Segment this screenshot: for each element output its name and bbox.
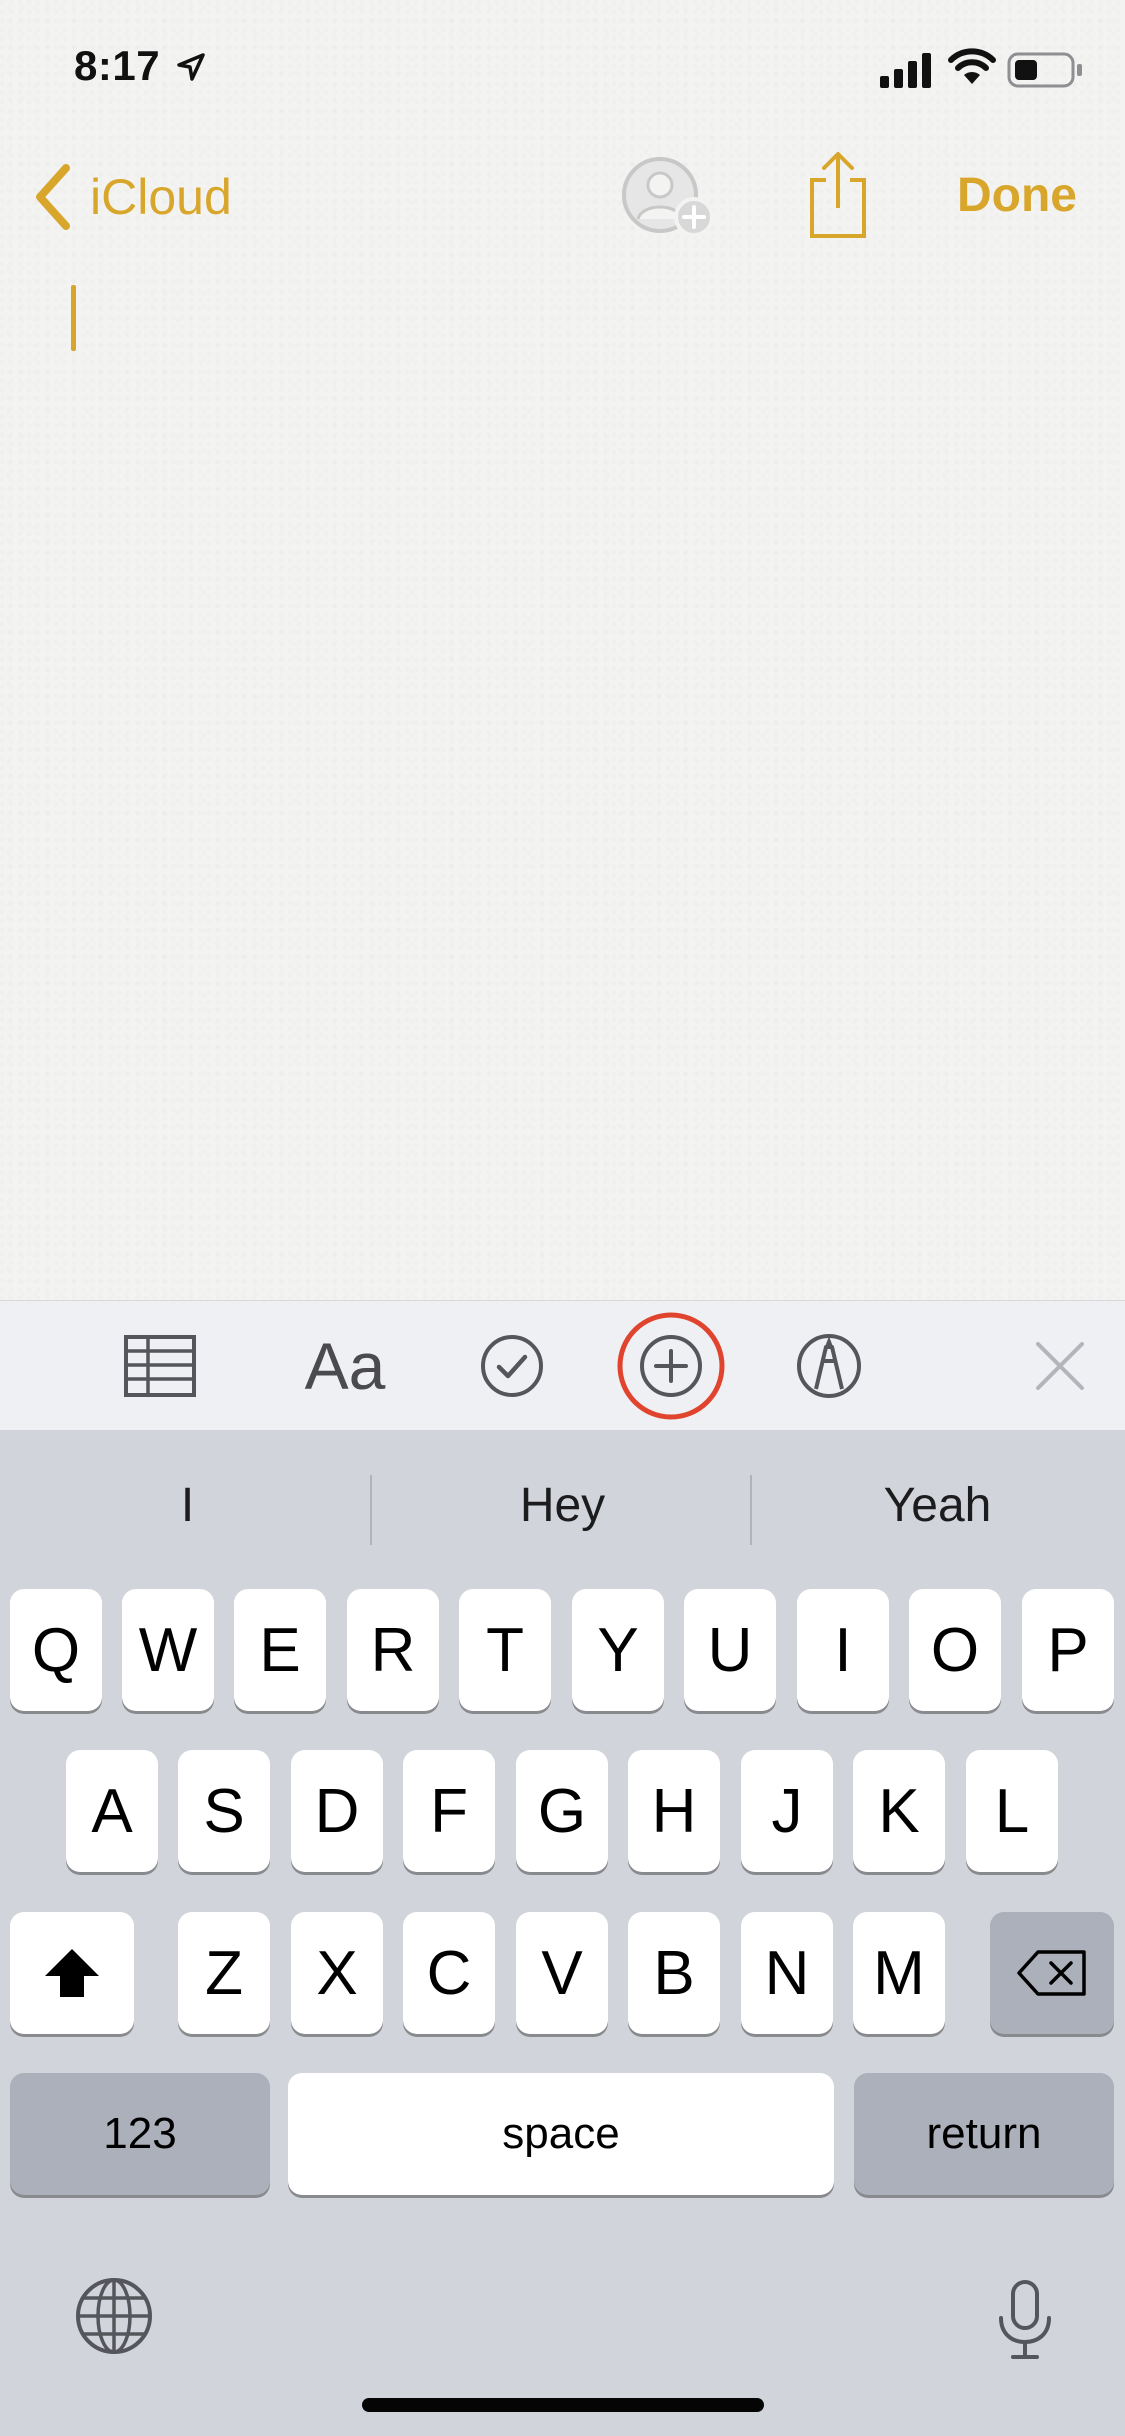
key-v[interactable]: V [516, 1912, 608, 2034]
text-cursor [71, 285, 76, 351]
key-f[interactable]: F [403, 1750, 495, 1872]
key-o[interactable]: O [909, 1589, 1001, 1711]
shift-icon [45, 1949, 99, 1997]
key-b[interactable]: B [628, 1912, 720, 2034]
close-toolbar-button[interactable] [1025, 1301, 1095, 1431]
numbers-key[interactable]: 123 [10, 2073, 270, 2195]
suggestion-item[interactable]: Hey [375, 1430, 750, 1580]
checklist-icon [481, 1335, 543, 1397]
key-z[interactable]: Z [178, 1912, 270, 2034]
suggestion-item[interactable]: I [0, 1430, 375, 1580]
table-button[interactable] [120, 1301, 200, 1431]
key-u[interactable]: U [684, 1589, 776, 1711]
predictive-text-bar: I Hey Yeah [0, 1430, 1125, 1580]
key-g[interactable]: G [516, 1750, 608, 1872]
suggestion-item[interactable]: Yeah [750, 1430, 1125, 1580]
notes-screen: 8:17 iCloud Done Aa I Hey Yeah Q W E R T… [0, 0, 1125, 2436]
key-y[interactable]: Y [572, 1589, 664, 1711]
text-format-button[interactable]: Aa [290, 1301, 400, 1431]
key-h[interactable]: H [628, 1750, 720, 1872]
status-time: 8:17 [74, 42, 161, 89]
backspace-key[interactable] [990, 1912, 1114, 2034]
add-person-icon[interactable] [620, 155, 720, 240]
key-i[interactable]: I [797, 1589, 889, 1711]
backspace-icon [1017, 1950, 1086, 1996]
close-icon [1036, 1342, 1084, 1390]
microphone-icon[interactable] [997, 2280, 1053, 2360]
key-s[interactable]: S [178, 1750, 270, 1872]
space-key[interactable]: space [288, 2073, 834, 2195]
key-x[interactable]: X [291, 1912, 383, 2034]
shift-key[interactable] [10, 1912, 134, 2034]
keyboard: I Hey Yeah Q W E R T Y U I O P A S D F G… [0, 1430, 1125, 2436]
cellular-signal-icon [880, 53, 931, 88]
home-indicator[interactable] [362, 2398, 764, 2412]
key-p[interactable]: P [1022, 1589, 1114, 1711]
key-w[interactable]: W [122, 1589, 214, 1711]
share-icon[interactable] [806, 150, 870, 240]
key-n[interactable]: N [741, 1912, 833, 2034]
battery-icon [1007, 52, 1082, 88]
key-l[interactable]: L [966, 1750, 1058, 1872]
back-to-icloud-button[interactable]: iCloud [30, 162, 232, 232]
done-button[interactable]: Done [957, 168, 1077, 223]
key-q[interactable]: Q [10, 1589, 102, 1711]
key-a[interactable]: A [66, 1750, 158, 1872]
checklist-button[interactable] [473, 1301, 551, 1431]
key-e[interactable]: E [234, 1589, 326, 1711]
key-r[interactable]: R [347, 1589, 439, 1711]
location-arrow-icon [177, 53, 205, 81]
key-j[interactable]: J [741, 1750, 833, 1872]
key-c[interactable]: C [403, 1912, 495, 2034]
suggestion-divider [370, 1475, 372, 1545]
table-icon [124, 1335, 196, 1397]
return-key[interactable]: return [854, 2073, 1114, 2195]
add-attachment-icon [617, 1312, 725, 1420]
wifi-icon [948, 48, 996, 84]
add-attachment-button[interactable] [615, 1301, 727, 1431]
key-m[interactable]: M [853, 1912, 945, 2034]
globe-icon[interactable] [74, 2276, 154, 2356]
key-d[interactable]: D [291, 1750, 383, 1872]
key-t[interactable]: T [459, 1589, 551, 1711]
key-k[interactable]: K [853, 1750, 945, 1872]
chevron-left-icon [36, 164, 70, 230]
markup-icon [797, 1334, 861, 1398]
markup-button[interactable] [790, 1301, 868, 1431]
back-label: iCloud [90, 169, 232, 225]
formatting-toolbar: Aa [0, 1300, 1125, 1431]
